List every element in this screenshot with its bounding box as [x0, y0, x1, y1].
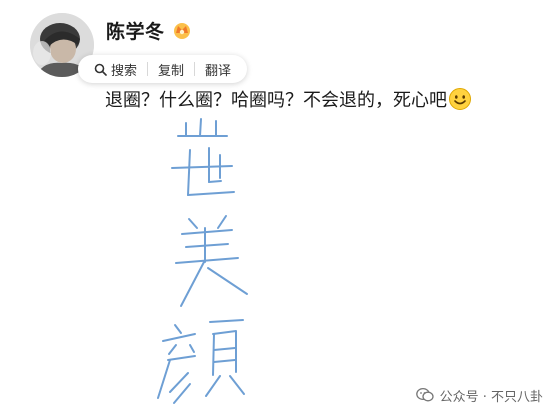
wechat-official-account-icon: [415, 387, 434, 403]
handwritten-char-yan: [157, 319, 245, 404]
copy-button[interactable]: 复制: [152, 55, 190, 83]
copy-label: 复制: [158, 63, 185, 79]
toolbar-divider: [194, 62, 196, 76]
toolbar-divider: [147, 62, 149, 76]
search-button[interactable]: 搜索: [88, 55, 143, 83]
handwritten-char-shi: [171, 147, 235, 196]
crown-flower-badge-icon: [171, 19, 193, 41]
username[interactable]: 陈学冬: [106, 17, 165, 44]
handwritten-char-sheng: [177, 118, 228, 137]
search-icon: [94, 63, 107, 76]
username-row: 陈学冬: [106, 17, 193, 43]
post-text-content: 退圈？什么圈？哈圈吗？不会退的，死心吧: [105, 90, 447, 111]
watermark-text: 公众号 · 不只八卦: [439, 389, 543, 405]
translate-button[interactable]: 翻译: [199, 55, 237, 83]
watermark: 公众号 · 不只八卦: [413, 383, 545, 407]
weibo-post: 陈学冬 搜索 复制 翻译 退圈？什么圈？哈圈吗？不会退的，死心吧 公众号 · 不…: [0, 0, 559, 417]
translate-label: 翻译: [205, 63, 232, 79]
smile-emoji-icon: [448, 87, 472, 111]
text-selection-toolbar: 搜索 复制 翻译: [78, 55, 248, 83]
search-label: 搜索: [111, 63, 138, 79]
post-text[interactable]: 退圈？什么圈？哈圈吗？不会退的，死心吧: [105, 86, 472, 112]
handwritten-char-mei: [175, 215, 248, 307]
